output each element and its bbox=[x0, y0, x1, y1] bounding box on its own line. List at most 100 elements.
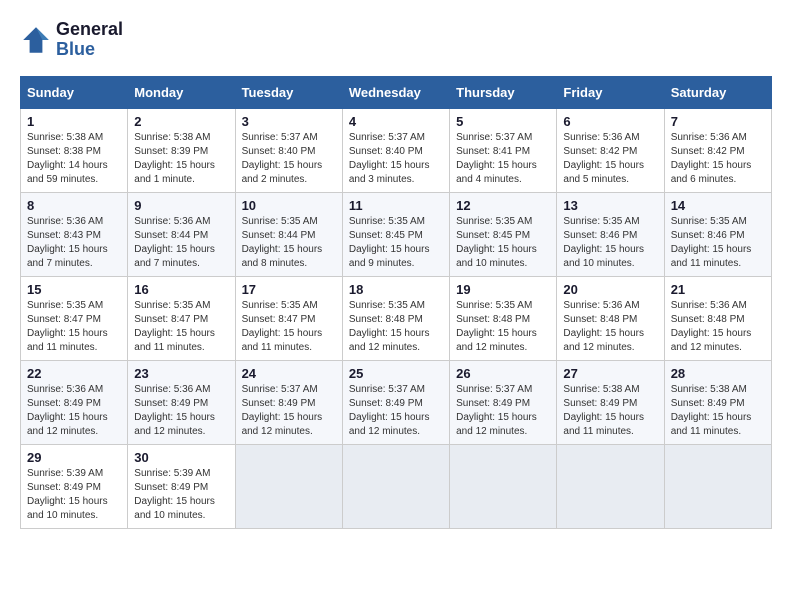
day-content: Sunrise: 5:38 AMSunset: 8:39 PMDaylight:… bbox=[134, 131, 228, 187]
day-content: Sunrise: 5:35 AMSunset: 8:47 PMDaylight:… bbox=[27, 299, 121, 355]
calendar-cell bbox=[342, 444, 449, 528]
day-number: 2 bbox=[134, 114, 228, 129]
logo-text: General Blue bbox=[56, 20, 123, 60]
day-number: 13 bbox=[563, 198, 657, 213]
day-number: 29 bbox=[27, 450, 121, 465]
day-number: 18 bbox=[349, 282, 443, 297]
calendar-cell: 2 Sunrise: 5:38 AMSunset: 8:39 PMDaylight… bbox=[128, 108, 235, 192]
calendar-cell bbox=[235, 444, 342, 528]
day-number: 25 bbox=[349, 366, 443, 381]
calendar-cell: 3Sunrise: 5:37 AMSunset: 8:40 PMDaylight… bbox=[235, 108, 342, 192]
day-content: Sunrise: 5:37 AMSunset: 8:49 PMDaylight:… bbox=[349, 383, 443, 439]
day-number: 14 bbox=[671, 198, 765, 213]
day-number: 9 bbox=[134, 198, 228, 213]
day-content: Sunrise: 5:35 AMSunset: 8:46 PMDaylight:… bbox=[563, 215, 657, 271]
weekday-header-thursday: Thursday bbox=[450, 76, 557, 108]
day-content: Sunrise: 5:37 AMSunset: 8:49 PMDaylight:… bbox=[456, 383, 550, 439]
day-number: 11 bbox=[349, 198, 443, 213]
day-number: 6 bbox=[563, 114, 657, 129]
calendar: SundayMondayTuesdayWednesdayThursdayFrid… bbox=[20, 76, 772, 529]
day-content: Sunrise: 5:35 AMSunset: 8:46 PMDaylight:… bbox=[671, 215, 765, 271]
day-content: Sunrise: 5:36 AMSunset: 8:44 PMDaylight:… bbox=[134, 215, 228, 271]
day-content: Sunrise: 5:35 AMSunset: 8:47 PMDaylight:… bbox=[134, 299, 228, 355]
weekday-header-sunday: Sunday bbox=[21, 76, 128, 108]
day-number: 12 bbox=[456, 198, 550, 213]
day-content: Sunrise: 5:36 AMSunset: 8:43 PMDaylight:… bbox=[27, 215, 121, 271]
weekday-header-wednesday: Wednesday bbox=[342, 76, 449, 108]
calendar-cell: 17 Sunrise: 5:35 AMSunset: 8:47 PMDayligh… bbox=[235, 276, 342, 360]
day-number: 27 bbox=[563, 366, 657, 381]
day-content: Sunrise: 5:35 AMSunset: 8:45 PMDaylight:… bbox=[349, 215, 443, 271]
day-content: Sunrise: 5:37 AMSunset: 8:40 PMDaylight:… bbox=[242, 131, 336, 187]
calendar-cell: 26 Sunrise: 5:37 AMSunset: 8:49 PMDayligh… bbox=[450, 360, 557, 444]
calendar-week-row: 22 Sunrise: 5:36 AMSunset: 8:49 PMDayligh… bbox=[21, 360, 772, 444]
day-number: 28 bbox=[671, 366, 765, 381]
day-number: 30 bbox=[134, 450, 228, 465]
day-number: 20 bbox=[563, 282, 657, 297]
calendar-cell bbox=[450, 444, 557, 528]
calendar-cell: 21Sunrise: 5:36 AMSunset: 8:48 PMDayligh… bbox=[664, 276, 771, 360]
calendar-cell: 27 Sunrise: 5:38 AMSunset: 8:49 PMDayligh… bbox=[557, 360, 664, 444]
calendar-cell: 28 Sunrise: 5:38 AMSunset: 8:49 PMDayligh… bbox=[664, 360, 771, 444]
day-number: 23 bbox=[134, 366, 228, 381]
day-content: Sunrise: 5:35 AMSunset: 8:45 PMDaylight:… bbox=[456, 215, 550, 271]
calendar-cell: 6 Sunrise: 5:36 AMSunset: 8:42 PMDaylight… bbox=[557, 108, 664, 192]
calendar-cell: 5Sunrise: 5:37 AMSunset: 8:41 PMDaylight… bbox=[450, 108, 557, 192]
day-content: Sunrise: 5:39 AMSunset: 8:49 PMDaylight:… bbox=[27, 467, 121, 523]
calendar-week-row: 15 Sunrise: 5:35 AMSunset: 8:47 PMDayligh… bbox=[21, 276, 772, 360]
day-content: Sunrise: 5:38 AMSunset: 8:49 PMDaylight:… bbox=[671, 383, 765, 439]
day-number: 17 bbox=[242, 282, 336, 297]
calendar-cell: 9 Sunrise: 5:36 AMSunset: 8:44 PMDaylight… bbox=[128, 192, 235, 276]
day-number: 26 bbox=[456, 366, 550, 381]
calendar-cell: 19 Sunrise: 5:35 AMSunset: 8:48 PMDayligh… bbox=[450, 276, 557, 360]
day-content: Sunrise: 5:35 AMSunset: 8:44 PMDaylight:… bbox=[242, 215, 336, 271]
day-content: Sunrise: 5:36 AMSunset: 8:42 PMDaylight:… bbox=[563, 131, 657, 187]
day-content: Sunrise: 5:36 AMSunset: 8:48 PMDaylight:… bbox=[563, 299, 657, 355]
day-number: 15 bbox=[27, 282, 121, 297]
logo: General Blue bbox=[20, 20, 123, 60]
day-number: 19 bbox=[456, 282, 550, 297]
day-number: 4 bbox=[349, 114, 443, 129]
calendar-cell: 11 Sunrise: 5:35 AMSunset: 8:45 PMDayligh… bbox=[342, 192, 449, 276]
day-content: Sunrise: 5:35 AMSunset: 8:48 PMDaylight:… bbox=[456, 299, 550, 355]
day-content: Sunrise: 5:38 AMSunset: 8:38 PMDaylight:… bbox=[27, 131, 121, 187]
calendar-cell: 25 Sunrise: 5:37 AMSunset: 8:49 PMDayligh… bbox=[342, 360, 449, 444]
calendar-cell: 8 Sunrise: 5:36 AMSunset: 8:43 PMDaylight… bbox=[21, 192, 128, 276]
day-content: Sunrise: 5:36 AMSunset: 8:49 PMDaylight:… bbox=[27, 383, 121, 439]
weekday-header-saturday: Saturday bbox=[664, 76, 771, 108]
calendar-cell: 22 Sunrise: 5:36 AMSunset: 8:49 PMDayligh… bbox=[21, 360, 128, 444]
day-content: Sunrise: 5:37 AMSunset: 8:49 PMDaylight:… bbox=[242, 383, 336, 439]
day-number: 16 bbox=[134, 282, 228, 297]
calendar-week-row: 8 Sunrise: 5:36 AMSunset: 8:43 PMDaylight… bbox=[21, 192, 772, 276]
day-number: 8 bbox=[27, 198, 121, 213]
weekday-header-monday: Monday bbox=[128, 76, 235, 108]
calendar-cell bbox=[664, 444, 771, 528]
day-content: Sunrise: 5:35 AMSunset: 8:48 PMDaylight:… bbox=[349, 299, 443, 355]
day-number: 21 bbox=[671, 282, 765, 297]
calendar-cell: 4 Sunrise: 5:37 AMSunset: 8:40 PMDaylight… bbox=[342, 108, 449, 192]
day-content: Sunrise: 5:38 AMSunset: 8:49 PMDaylight:… bbox=[563, 383, 657, 439]
calendar-cell: 30Sunrise: 5:39 AMSunset: 8:49 PMDayligh… bbox=[128, 444, 235, 528]
calendar-cell: 14 Sunrise: 5:35 AMSunset: 8:46 PMDayligh… bbox=[664, 192, 771, 276]
calendar-cell: 29 Sunrise: 5:39 AMSunset: 8:49 PMDayligh… bbox=[21, 444, 128, 528]
day-content: Sunrise: 5:36 AMSunset: 8:49 PMDaylight:… bbox=[134, 383, 228, 439]
weekday-header-row: SundayMondayTuesdayWednesdayThursdayFrid… bbox=[21, 76, 772, 108]
calendar-cell: 18 Sunrise: 5:35 AMSunset: 8:48 PMDayligh… bbox=[342, 276, 449, 360]
day-content: Sunrise: 5:36 AMSunset: 8:42 PMDaylight:… bbox=[671, 131, 765, 187]
day-content: Sunrise: 5:37 AMSunset: 8:40 PMDaylight:… bbox=[349, 131, 443, 187]
day-number: 22 bbox=[27, 366, 121, 381]
calendar-cell: 7 Sunrise: 5:36 AMSunset: 8:42 PMDaylight… bbox=[664, 108, 771, 192]
calendar-cell: 13 Sunrise: 5:35 AMSunset: 8:46 PMDayligh… bbox=[557, 192, 664, 276]
day-content: Sunrise: 5:37 AMSunset: 8:41 PMDaylight:… bbox=[456, 131, 550, 187]
calendar-week-row: 1 Sunrise: 5:38 AMSunset: 8:38 PMDaylight… bbox=[21, 108, 772, 192]
calendar-cell: 20 Sunrise: 5:36 AMSunset: 8:48 PMDayligh… bbox=[557, 276, 664, 360]
day-number: 7 bbox=[671, 114, 765, 129]
day-content: Sunrise: 5:35 AMSunset: 8:47 PMDaylight:… bbox=[242, 299, 336, 355]
weekday-header-friday: Friday bbox=[557, 76, 664, 108]
calendar-cell: 1 Sunrise: 5:38 AMSunset: 8:38 PMDaylight… bbox=[21, 108, 128, 192]
day-number: 1 bbox=[27, 114, 121, 129]
weekday-header-tuesday: Tuesday bbox=[235, 76, 342, 108]
calendar-cell: 10Sunrise: 5:35 AMSunset: 8:44 PMDayligh… bbox=[235, 192, 342, 276]
calendar-cell: 12 Sunrise: 5:35 AMSunset: 8:45 PMDayligh… bbox=[450, 192, 557, 276]
calendar-cell: 24Sunrise: 5:37 AMSunset: 8:49 PMDayligh… bbox=[235, 360, 342, 444]
